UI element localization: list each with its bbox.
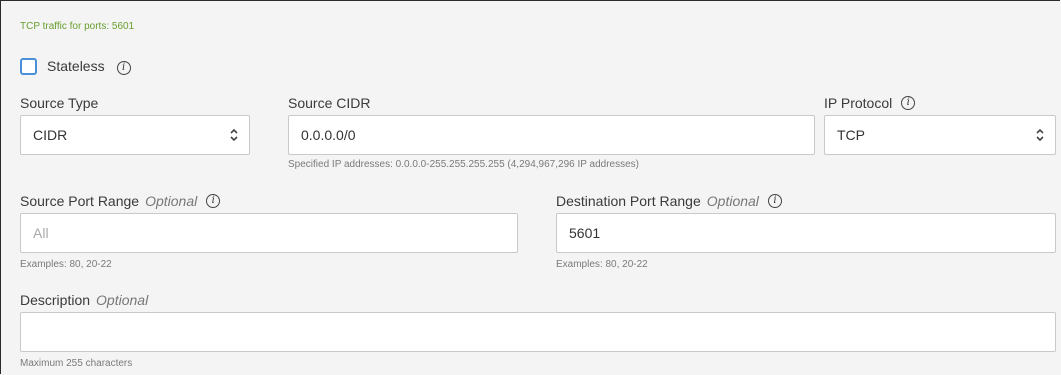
source-cidr-label: Source CIDR: [288, 95, 370, 111]
stateless-checkbox[interactable]: [20, 57, 37, 75]
info-icon[interactable]: i: [901, 96, 916, 110]
description-label: Description Optional: [20, 292, 148, 308]
source-cidr-help: Specified IP addresses: 0.0.0.0-255.255.…: [288, 159, 639, 170]
destination-port-range-value: 5601: [569, 225, 601, 241]
traffic-hint: TCP traffic for ports: 5601: [20, 21, 135, 32]
source-type-label-text: Source Type: [20, 95, 99, 111]
description-help: Maximum 255 characters: [20, 358, 133, 369]
source-type-select[interactable]: CIDR: [20, 115, 250, 155]
source-cidr-input[interactable]: 0.0.0.0/0: [288, 115, 815, 155]
ip-protocol-value: TCP: [837, 127, 865, 143]
description-label-text: Description: [20, 292, 91, 308]
ingress-rule-form: TCP traffic for ports: 5601 Stateless i …: [0, 0, 1060, 374]
info-icon[interactable]: i: [767, 194, 782, 208]
info-icon[interactable]: i: [116, 60, 131, 75]
source-port-range-label-text: Source Port Range: [20, 193, 140, 209]
source-type-label: Source Type: [20, 95, 98, 111]
source-type-value: CIDR: [33, 127, 68, 143]
ip-protocol-select[interactable]: TCP: [824, 115, 1056, 155]
destination-port-range-label: Destination Port Range Optional i: [556, 193, 782, 209]
select-updown-icon: [1036, 128, 1044, 142]
source-port-range-placeholder: All: [33, 225, 49, 241]
destination-port-range-label-text: Destination Port Range: [556, 193, 701, 209]
optional-tag: Optional: [96, 292, 149, 308]
source-port-range-input[interactable]: All: [20, 213, 518, 253]
description-input[interactable]: [20, 312, 1056, 352]
destination-port-range-input[interactable]: 5601: [556, 213, 1056, 253]
stateless-label: Stateless: [47, 58, 105, 74]
ip-protocol-label-text: IP Protocol: [824, 95, 893, 111]
source-port-range-label: Source Port Range Optional i: [20, 193, 221, 209]
destination-port-range-help: Examples: 80, 20-22: [556, 259, 648, 270]
source-port-range-help: Examples: 80, 20-22: [20, 259, 112, 270]
source-cidr-label-text: Source CIDR: [288, 95, 371, 111]
optional-tag: Optional: [145, 193, 198, 209]
select-updown-icon: [230, 128, 238, 142]
info-icon[interactable]: i: [206, 194, 221, 208]
ip-protocol-label: IP Protocol i: [824, 95, 916, 111]
source-cidr-value: 0.0.0.0/0: [301, 127, 356, 143]
optional-tag: Optional: [706, 193, 759, 209]
stateless-row: Stateless i: [20, 55, 131, 77]
